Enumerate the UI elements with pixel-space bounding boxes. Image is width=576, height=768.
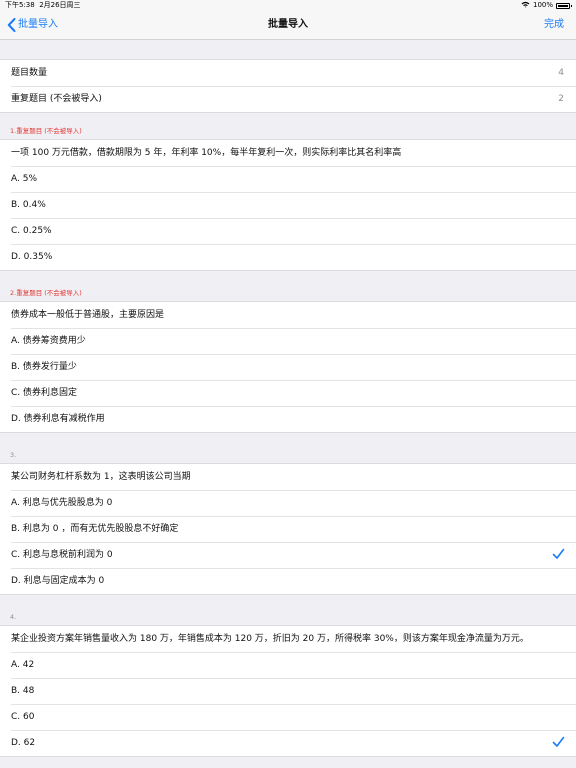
status-bar: 下午5:38 2月26日周三 100% xyxy=(0,0,576,11)
question-2-section: 债券成本一般低于普通股，主要原因是 A. 债券筹资费用少 B. 债券发行量少 C… xyxy=(0,301,576,433)
question-1-option-d[interactable]: D. 0.35% xyxy=(0,244,576,270)
status-right: 100% xyxy=(521,0,572,11)
question-3-option-c-label: C. 利息与息税前利润为 0 xyxy=(11,550,113,560)
question-count-row: 题目数量 4 xyxy=(0,60,576,86)
question-2-option-c[interactable]: C. 债券利息固定 xyxy=(0,380,576,406)
question-2-stem: 债券成本一般低于普通股，主要原因是 xyxy=(11,310,165,320)
question-count-label: 题目数量 xyxy=(11,68,48,78)
question-4-option-c[interactable]: C. 60 xyxy=(0,704,576,730)
question-1-stem: 一项 100 万元借款，借款期限为 5 年，年利率 10%，每半年复利一次，则实… xyxy=(11,148,402,158)
duplicate-count-value: 2 xyxy=(558,94,564,104)
question-4-option-d[interactable]: D. 62 xyxy=(0,730,576,756)
question-1-option-c[interactable]: C. 0.25% xyxy=(0,218,576,244)
question-2-option-d[interactable]: D. 债券利息有减税作用 xyxy=(0,406,576,432)
status-time-date: 下午5:38 2月26日周三 xyxy=(5,0,81,11)
question-3-option-c[interactable]: C. 利息与息税前利润为 0 xyxy=(0,542,576,568)
question-4-option-b[interactable]: B. 48 xyxy=(0,678,576,704)
question-count-value: 4 xyxy=(558,68,564,78)
question-1-header: 1.重复题目 (不会被导入) xyxy=(10,127,82,135)
question-2-option-b[interactable]: B. 债券发行量少 xyxy=(0,354,576,380)
question-4-section: 某企业投资方案年销售量收入为 180 万，年销售成本为 120 万，折旧为 20… xyxy=(0,625,576,757)
question-4-option-d-label: D. 62 xyxy=(11,738,36,748)
question-3-option-d[interactable]: D. 利息与固定成本为 0 xyxy=(0,568,576,594)
status-date: 2月26日周三 xyxy=(39,1,81,9)
battery-percent: 100% xyxy=(532,1,553,9)
done-button[interactable]: 完成 xyxy=(544,18,564,32)
duplicate-count-row: 重复题目 (不会被导入) 2 xyxy=(0,86,576,112)
question-3-stem: 某公司财务杠杆系数为 1，这表明该公司当期 xyxy=(11,472,191,482)
duplicate-count-label: 重复题目 (不会被导入) xyxy=(11,94,102,104)
question-3-section: 某公司财务杠杆系数为 1，这表明该公司当期 A. 利息与优先股股息为 0 B. … xyxy=(0,463,576,595)
question-3-option-b[interactable]: B. 利息为 0 ，而有无优先股股息不好确定 xyxy=(0,516,576,542)
page-title: 批量导入 xyxy=(268,19,308,30)
question-1-option-a[interactable]: A. 5% xyxy=(0,166,576,192)
question-4-stem: 某企业投资方案年销售量收入为 180 万，年销售成本为 120 万，折旧为 20… xyxy=(11,634,529,644)
question-4-header: 4. xyxy=(10,613,17,621)
question-4-option-a[interactable]: A. 42 xyxy=(0,652,576,678)
summary-section: 题目数量 4 重复题目 (不会被导入) 2 xyxy=(0,59,576,113)
question-3-option-a[interactable]: A. 利息与优先股股息为 0 xyxy=(0,490,576,516)
battery-icon xyxy=(556,2,572,9)
checkmark-icon xyxy=(552,736,565,747)
question-2-header: 2.重复题目 (不会被导入) xyxy=(10,289,82,297)
wifi-icon xyxy=(521,1,530,10)
question-1-option-b[interactable]: B. 0.4% xyxy=(0,192,576,218)
checkmark-icon xyxy=(552,548,565,559)
status-time: 下午5:38 xyxy=(5,1,35,9)
question-1-section: 一项 100 万元借款，借款期限为 5 年，年利率 10%，每半年复利一次，则实… xyxy=(0,139,576,271)
navigation-bar: 批量导入 批量导入 完成 xyxy=(0,11,576,40)
question-2-option-a[interactable]: A. 债券筹资费用少 xyxy=(0,328,576,354)
question-3-header: 3. xyxy=(10,451,17,459)
